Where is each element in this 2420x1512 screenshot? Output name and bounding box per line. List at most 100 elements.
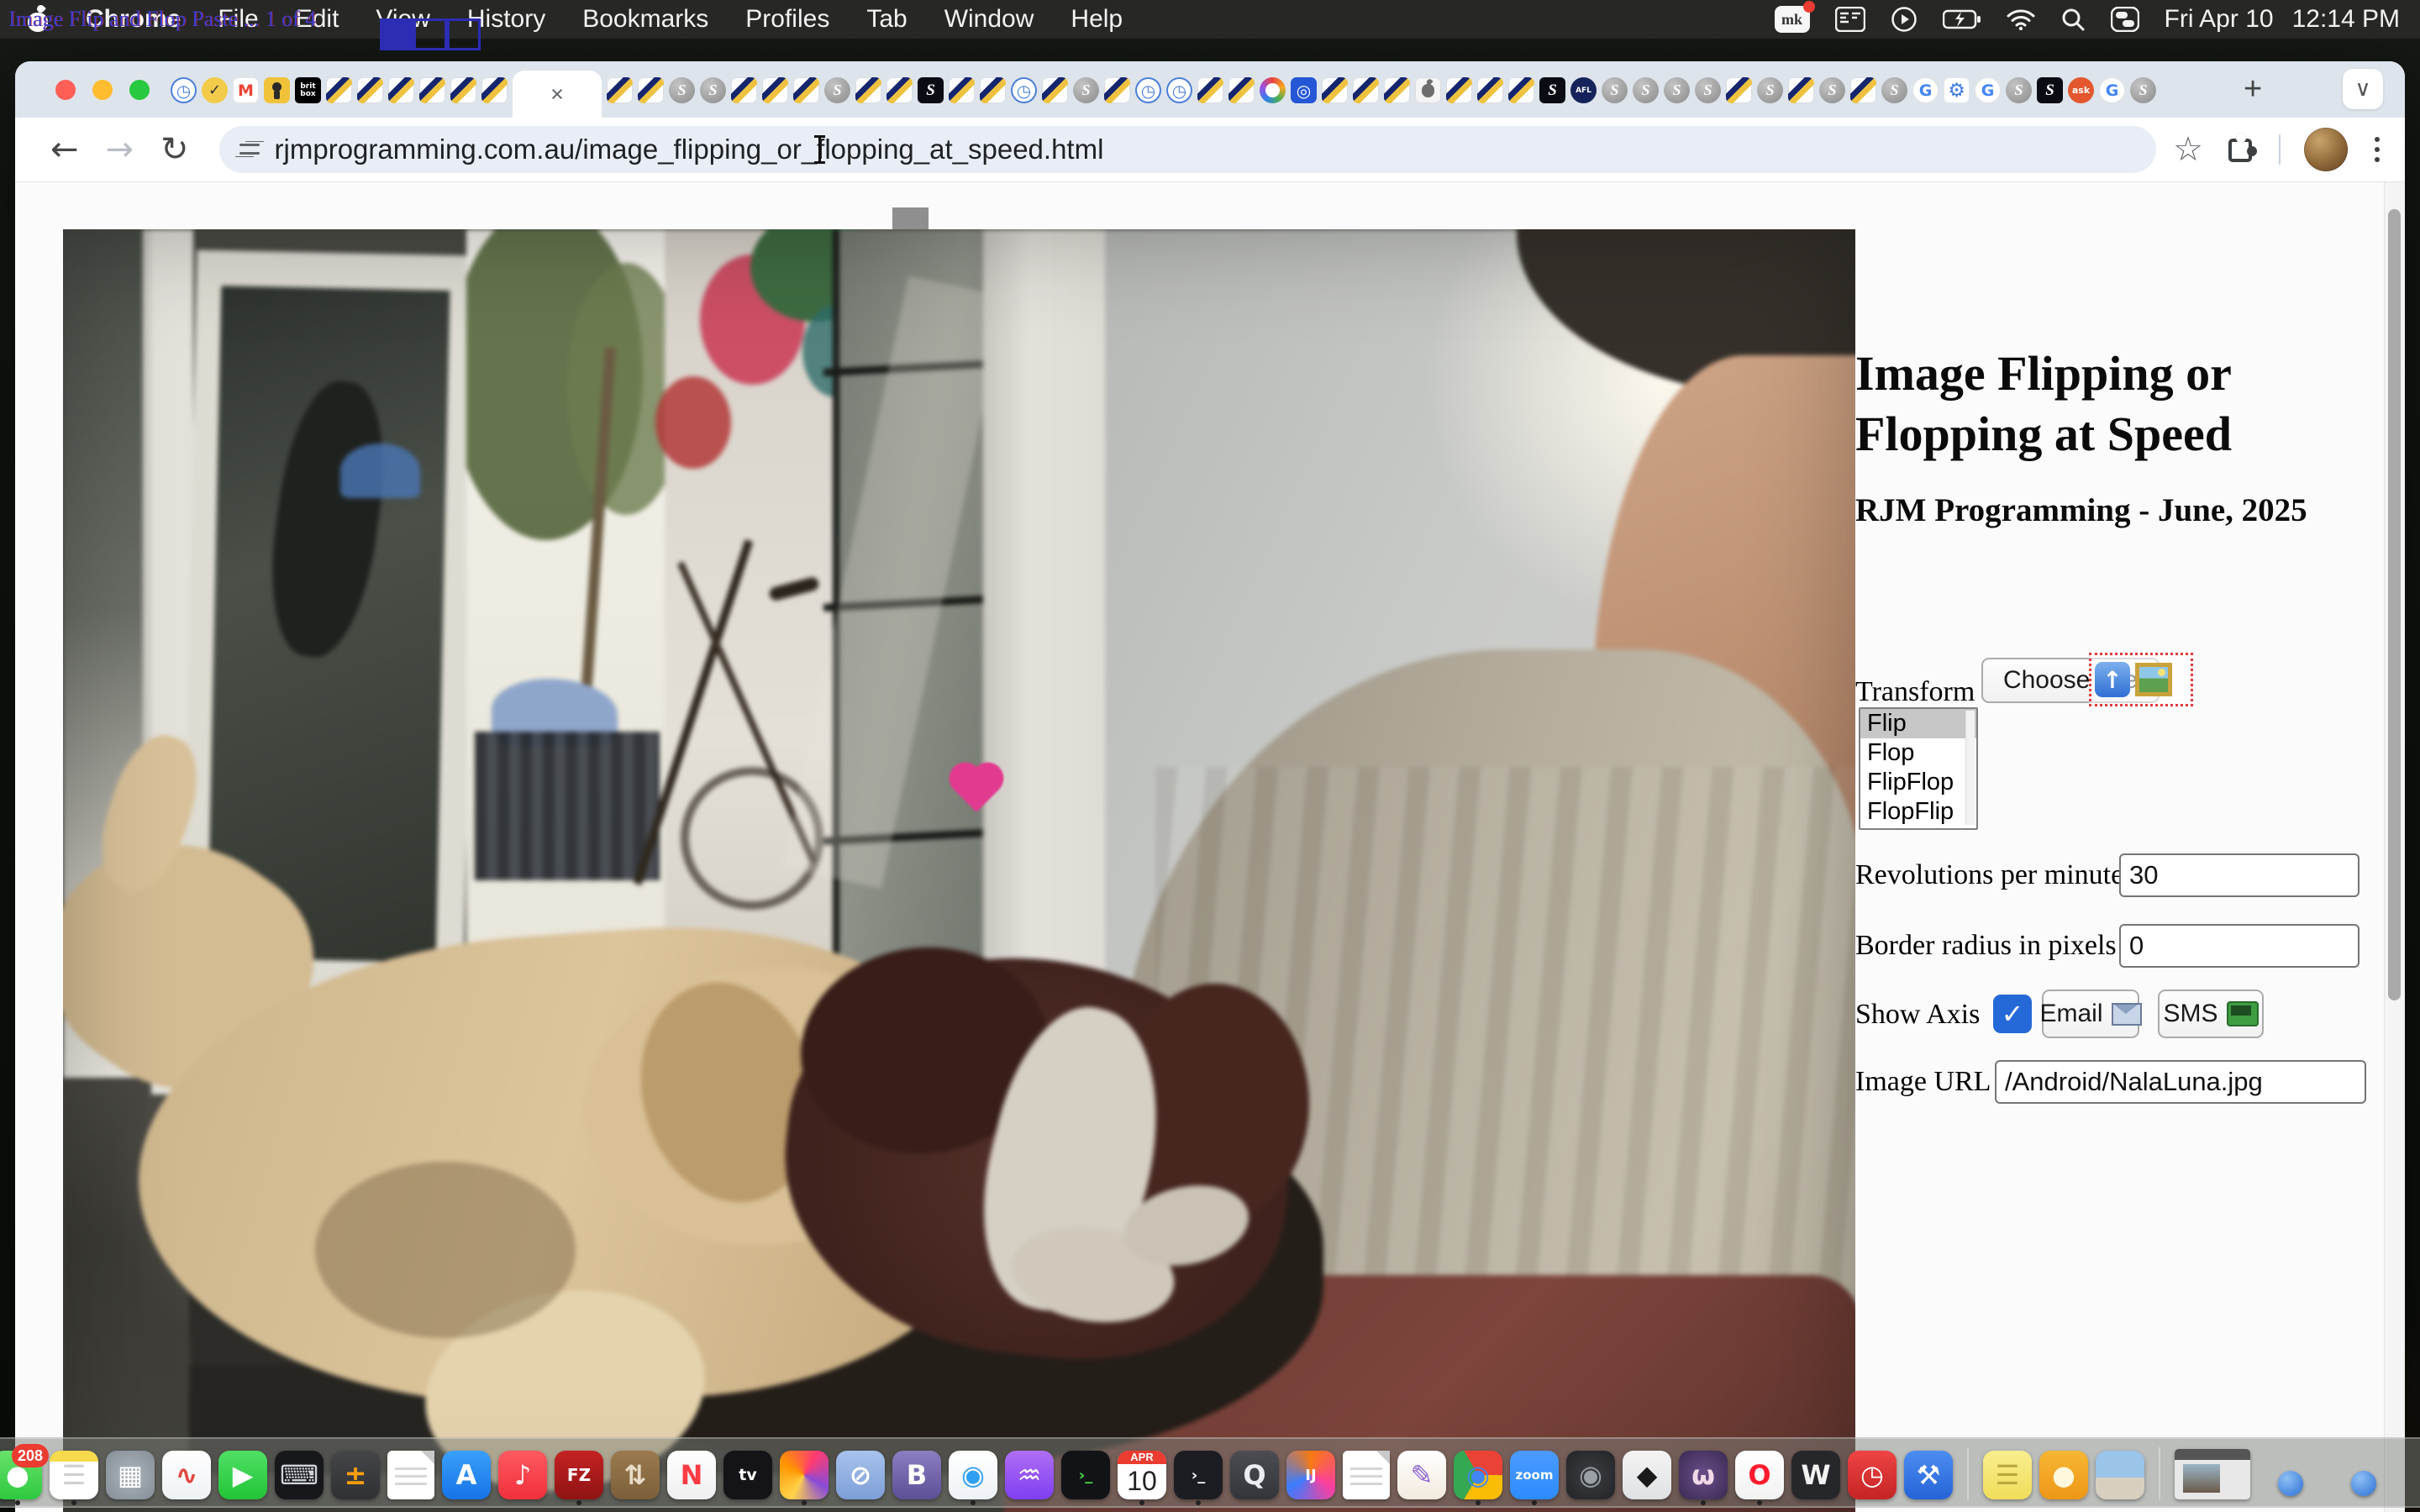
dock-item-document[interactable] [1343, 1451, 1390, 1499]
dock-item-music[interactable]: ♪ [498, 1451, 547, 1499]
dock-item-filezilla[interactable]: FZ [555, 1451, 603, 1499]
spotlight-search-icon[interactable] [2060, 7, 2086, 32]
pinned-tab-sgray[interactable] [1819, 77, 1845, 103]
dock-item-safari[interactable]: ◉ [949, 1451, 997, 1499]
pinned-tab-sgray[interactable] [1881, 77, 1907, 103]
dock-item-bible[interactable]: B [892, 1451, 941, 1499]
pinned-tab-quill[interactable] [1322, 77, 1348, 103]
pinned-tab-abc[interactable] [1291, 77, 1317, 103]
scrollbar-thumb[interactable] [2388, 209, 2401, 1000]
transform-option-flipflop[interactable]: FlipFlop [1860, 768, 1976, 797]
dock-item-idea-lamp[interactable]: ● [2039, 1451, 2088, 1499]
extensions-icon[interactable] [2227, 135, 2255, 164]
dock-item-zoom[interactable]: zoom [1510, 1451, 1559, 1499]
dock-item-notes[interactable]: ☰ [50, 1451, 98, 1499]
border-radius-input[interactable] [2119, 924, 2360, 968]
dock-item-app-store[interactable]: A [442, 1451, 491, 1499]
pinned-tab-clock[interactable] [1011, 77, 1037, 103]
dock-item-mini-window-2[interactable] [2331, 1471, 2396, 1499]
pinned-tab-quill[interactable] [1726, 77, 1752, 103]
pinned-tab-clock[interactable] [1166, 77, 1192, 103]
pinned-tab-sblack[interactable] [918, 77, 944, 103]
pinned-tab-quill[interactable] [638, 77, 664, 103]
pinned-tab-quill[interactable] [793, 77, 819, 103]
dock-item-launchpad[interactable]: ▦ [106, 1451, 155, 1499]
pinned-tab-quill[interactable] [357, 77, 383, 103]
dock-item-photo-window[interactable] [2096, 1451, 2144, 1499]
profile-avatar[interactable] [2304, 128, 2348, 171]
pinned-tab-sgray[interactable] [1757, 77, 1783, 103]
pinned-tab-sgray[interactable] [1633, 77, 1659, 103]
pinned-tab-quill[interactable] [886, 77, 913, 103]
pinned-tab-quill[interactable] [762, 77, 788, 103]
battery-icon[interactable] [1943, 9, 1981, 29]
pinned-tab-britbox[interactable] [295, 77, 321, 103]
image-url-input[interactable] [1995, 1060, 2366, 1104]
dock-item-keyboard-viewer[interactable]: ⌨ [275, 1451, 324, 1499]
pinned-tab-sblack[interactable] [1539, 77, 1565, 103]
pinned-tab-sgray[interactable] [1602, 77, 1628, 103]
pinned-tab-quill[interactable] [419, 77, 445, 103]
transform-option-flip[interactable]: Flip [1860, 709, 1976, 738]
dock-item-art[interactable]: ✎ [1397, 1451, 1446, 1499]
transform-select-list[interactable]: FlipFlopFlipFlopFlopFlip [1859, 707, 1978, 830]
wifi-icon[interactable] [2007, 8, 2035, 30]
pinned-tab-dots[interactable] [1260, 77, 1286, 103]
dock-item-grapher[interactable]: ∿ [162, 1451, 211, 1499]
dock-item-printer-window[interactable] [2175, 1449, 2250, 1499]
dock-item-settings-knob[interactable]: ◉ [1566, 1451, 1615, 1499]
dock-item-podcasts[interactable]: ♒ [1005, 1451, 1054, 1499]
pinned-tab-gmail[interactable] [233, 77, 259, 103]
pinned-tab-quill[interactable] [1042, 77, 1068, 103]
pinned-tab-check[interactable] [202, 77, 228, 103]
pinned-tab-quill[interactable] [1353, 77, 1379, 103]
menu-tab[interactable]: Tab [866, 5, 907, 34]
pinned-tab-apple[interactable] [1415, 77, 1441, 103]
dock-item-mini-window-3[interactable] [2404, 1471, 2420, 1499]
chrome-menu-button[interactable] [2371, 134, 2383, 165]
dock-item-opera[interactable]: O [1735, 1451, 1784, 1499]
dock-item-calculator[interactable]: ± [331, 1451, 380, 1499]
dock-item-facetime[interactable]: ▶ [218, 1451, 267, 1499]
pinned-tab-quill[interactable] [1197, 77, 1223, 103]
pinned-tab-g[interactable] [2099, 77, 2125, 103]
active-tab[interactable]: × [513, 71, 602, 118]
pinned-tab-quill[interactable] [1446, 77, 1472, 103]
pinned-tab-quill[interactable] [855, 77, 881, 103]
dock-item-stickies[interactable]: ☰ [1983, 1451, 2032, 1499]
pinned-tab-quill[interactable] [388, 77, 414, 103]
pinned-tab-quill[interactable] [731, 77, 757, 103]
pinned-tab-quill[interactable] [1384, 77, 1410, 103]
pinned-tab-quill[interactable] [1228, 77, 1255, 103]
pinned-tab-quill[interactable] [1788, 77, 1814, 103]
dock-item-inkscape[interactable]: ◆ [1623, 1451, 1671, 1499]
sms-button[interactable]: SMS [2158, 990, 2264, 1038]
dock-item-news[interactable]: N [667, 1451, 716, 1499]
pinned-tab-sgray[interactable] [1695, 77, 1721, 103]
dock-item-cat-app[interactable]: ω [1679, 1451, 1728, 1499]
close-window-button[interactable] [55, 80, 76, 100]
dock-item-quicktime[interactable]: Q [1230, 1451, 1279, 1499]
pinned-tab-quill[interactable] [1850, 77, 1876, 103]
site-settings-icon[interactable] [239, 139, 260, 160]
menu-window[interactable]: Window [944, 5, 1034, 34]
pinned-tab-quill[interactable] [481, 77, 508, 103]
pinned-tab-afl[interactable] [1570, 77, 1597, 103]
dock-item-gauge[interactable]: ◷ [1848, 1451, 1897, 1499]
pinned-tab-lock[interactable] [264, 77, 290, 103]
pinned-tab-sgray[interactable] [669, 77, 695, 103]
pinned-tab-quill[interactable] [980, 77, 1006, 103]
dock-item-apple-tv[interactable]: tv [723, 1451, 772, 1499]
dock-item-intellij[interactable]: IJ [1286, 1451, 1335, 1499]
dock-item-textedit[interactable] [387, 1451, 434, 1499]
pinned-tab-sgray[interactable] [1073, 77, 1099, 103]
dock-item-screen-time[interactable]: ⊘ [836, 1451, 885, 1499]
close-tab-icon[interactable]: × [550, 81, 564, 108]
pinned-tab-sgray[interactable] [2006, 77, 2032, 103]
control-center-icon[interactable] [2111, 7, 2139, 32]
pinned-tab-sgray[interactable] [2130, 77, 2156, 103]
menu-profiles[interactable]: Profiles [745, 5, 829, 34]
pinned-tab-quill[interactable] [1508, 77, 1534, 103]
address-bar[interactable]: rjmprogramming.com.au/image_flipping_or_… [219, 126, 2157, 173]
now-playing-icon[interactable] [1891, 6, 1918, 33]
